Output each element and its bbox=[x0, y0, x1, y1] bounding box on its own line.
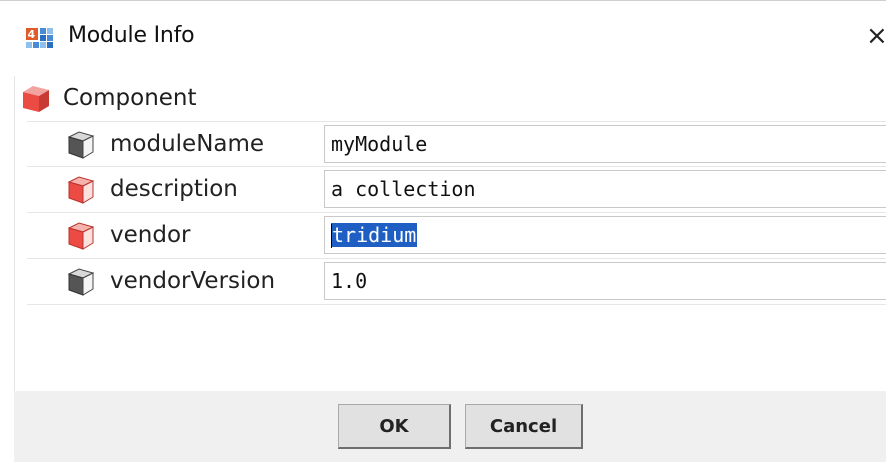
dialog-title: Module Info bbox=[68, 23, 195, 48]
svg-text:4: 4 bbox=[28, 28, 36, 41]
vendor-field[interactable]: tridium bbox=[324, 216, 886, 254]
description-field[interactable]: a collection bbox=[324, 170, 886, 208]
property-label: vendor bbox=[110, 222, 191, 248]
gray-slot-cube-icon bbox=[67, 131, 95, 159]
property-sheet: Component moduleName myModule descriptio… bbox=[14, 76, 886, 391]
gray-slot-cube-icon bbox=[67, 268, 95, 296]
property-row-vendor: vendor tridium bbox=[27, 213, 886, 259]
red-component-cube-icon bbox=[67, 176, 95, 204]
field-value: a collection bbox=[331, 177, 476, 201]
dialog-footer: OK Cancel bbox=[14, 391, 886, 462]
text-caret bbox=[331, 224, 332, 248]
cancel-button[interactable]: Cancel bbox=[465, 404, 583, 449]
property-label: moduleName bbox=[110, 131, 265, 157]
tree-root-component[interactable]: Component bbox=[15, 79, 886, 119]
dialog-titlebar: 4 Module Info × bbox=[0, 0, 886, 72]
property-row-vendorVersion: vendorVersion 1.0 bbox=[27, 259, 886, 305]
red-component-cube-icon bbox=[67, 222, 95, 250]
field-value: myModule bbox=[331, 132, 428, 156]
app-icon: 4 bbox=[26, 28, 53, 48]
property-label: vendorVersion bbox=[110, 268, 276, 294]
modulename-field[interactable]: myModule bbox=[324, 125, 886, 163]
vendorversion-field[interactable]: 1.0 bbox=[324, 262, 886, 300]
tree-root-label: Component bbox=[63, 85, 197, 111]
property-label: description bbox=[110, 176, 238, 202]
property-row-description: description a collection bbox=[27, 167, 886, 213]
field-value-selected: tridium bbox=[331, 223, 418, 247]
property-row-moduleName: moduleName myModule bbox=[27, 121, 886, 167]
red-component-cube-icon bbox=[23, 86, 49, 112]
field-value: 1.0 bbox=[331, 269, 368, 293]
ok-button[interactable]: OK bbox=[338, 404, 451, 449]
close-icon[interactable]: × bbox=[866, 23, 886, 49]
